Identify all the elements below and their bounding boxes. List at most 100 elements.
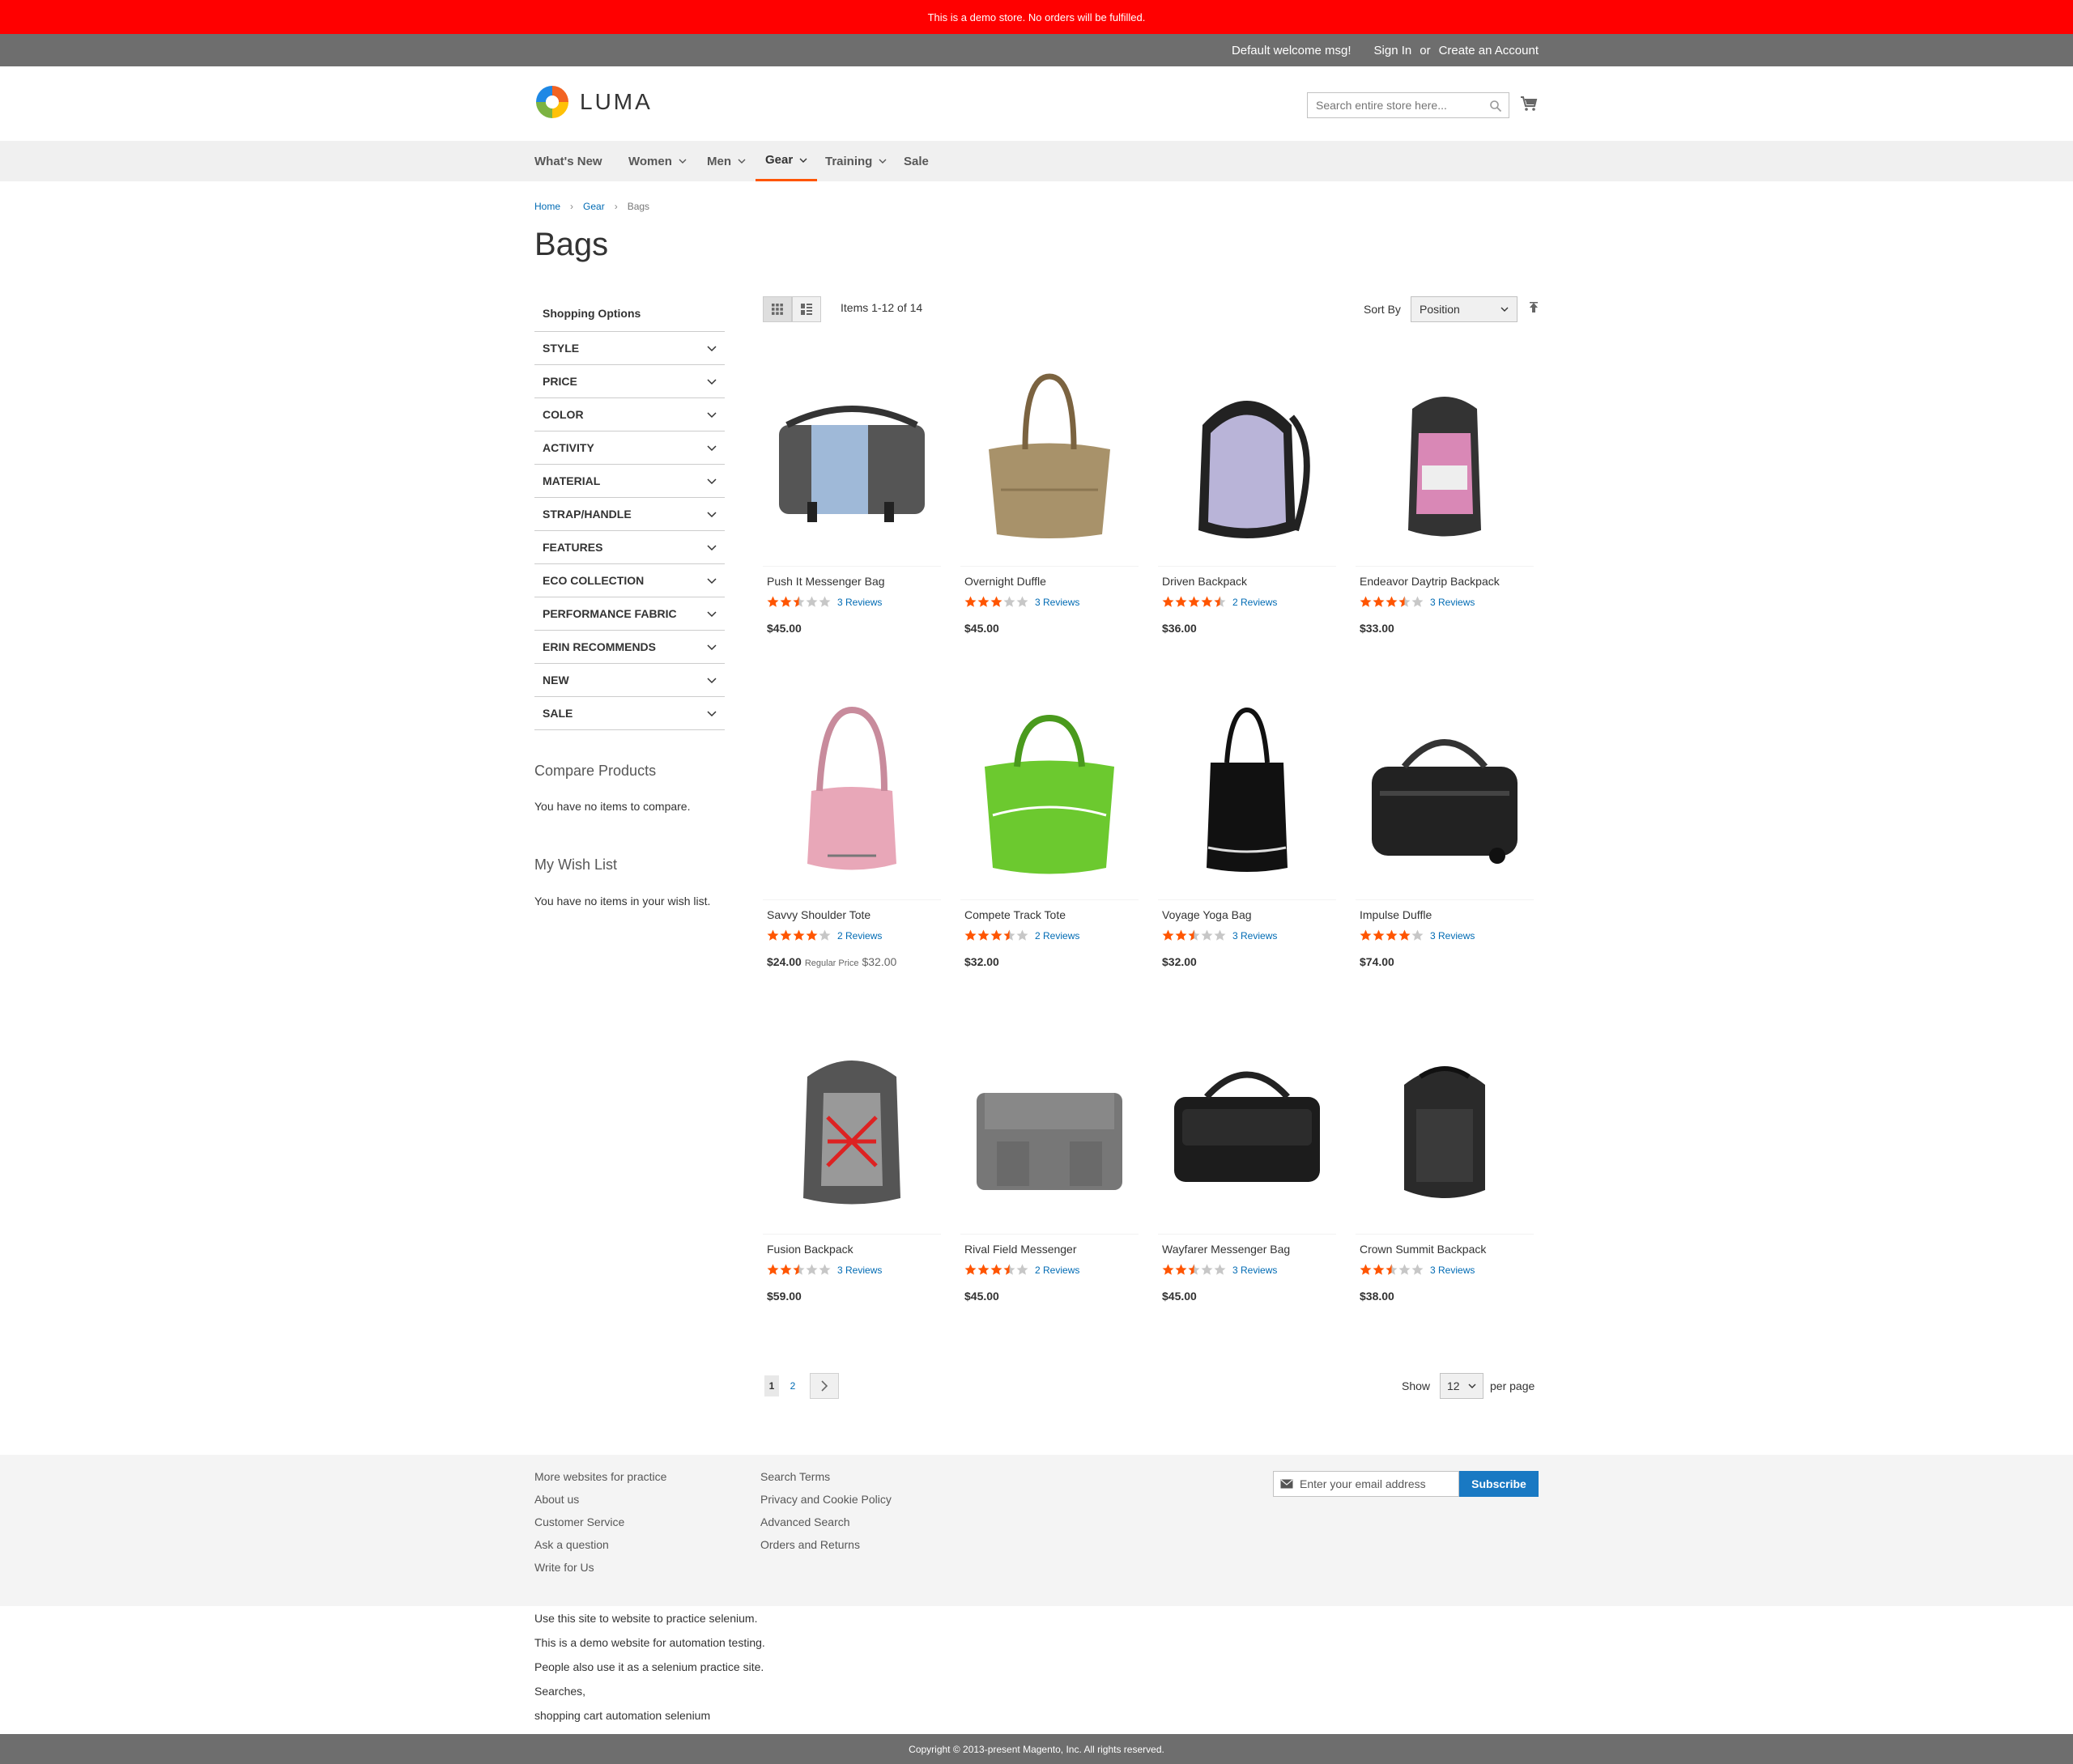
reviews-link[interactable]: 2 Reviews [837, 930, 882, 942]
filter-style[interactable]: STYLE [534, 332, 725, 365]
search-icon[interactable] [1489, 100, 1502, 113]
reviews-link[interactable]: 3 Reviews [837, 597, 882, 608]
footer-link[interactable]: Customer Service [534, 1515, 666, 1529]
star-full-icon [1162, 1264, 1174, 1275]
search-input[interactable] [1308, 93, 1478, 117]
chevron-down-icon [707, 445, 717, 452]
product-card-endeavor-daytrip-backpack[interactable]: Endeavor Daytrip Backpack 3 Reviews $33.00 [1356, 348, 1534, 664]
reviews-link[interactable]: 2 Reviews [1035, 1265, 1079, 1276]
product-card-driven-backpack[interactable]: Driven Backpack 2 Reviews $36.00 [1158, 348, 1336, 664]
product-card-fusion-backpack[interactable]: Fusion Backpack 3 Reviews $59.00 [763, 1016, 941, 1332]
product-name[interactable]: Endeavor Daytrip Backpack [1360, 575, 1500, 588]
product-card-rival-field-messenger[interactable]: Rival Field Messenger 2 Reviews $45.00 [960, 1016, 1139, 1332]
product-card-overnight-duffle[interactable]: Overnight Duffle 3 Reviews $45.00 [960, 348, 1139, 664]
reviews-link[interactable]: 2 Reviews [1035, 930, 1079, 942]
product-price-box: $45.00 [1162, 1290, 1197, 1303]
page-link-2[interactable]: 2 [785, 1375, 800, 1396]
product-image[interactable] [1356, 1016, 1534, 1235]
product-name[interactable]: Rival Field Messenger [964, 1243, 1077, 1256]
nav-item-sale[interactable]: Sale [904, 141, 929, 181]
site-header: LUMA [0, 66, 2073, 141]
product-name[interactable]: Wayfarer Messenger Bag [1162, 1243, 1290, 1256]
product-image[interactable] [1158, 682, 1336, 900]
reviews-link[interactable]: 3 Reviews [1232, 1265, 1277, 1276]
reviews-link[interactable]: 3 Reviews [837, 1265, 882, 1276]
nav-item-women[interactable]: Women [628, 141, 687, 181]
product-image[interactable] [1158, 348, 1336, 567]
logo-link[interactable]: LUMA [534, 84, 653, 120]
filter-eco-collection[interactable]: ECO COLLECTION [534, 564, 725, 597]
list-view-toggle[interactable] [792, 296, 821, 322]
nav-item-training[interactable]: Training [825, 141, 887, 181]
footer-link[interactable]: Write for Us [534, 1560, 666, 1575]
product-name[interactable]: Overnight Duffle [964, 575, 1046, 588]
product-image[interactable] [960, 682, 1139, 900]
filter-features[interactable]: FEATURES [534, 531, 725, 564]
filter-strap-handle[interactable]: STRAP/HANDLE [534, 498, 725, 531]
filter-sale[interactable]: SALE [534, 697, 725, 730]
reviews-link[interactable]: 3 Reviews [1430, 930, 1475, 942]
product-image[interactable] [1356, 348, 1534, 567]
reviews-link[interactable]: 3 Reviews [1035, 597, 1079, 608]
product-image[interactable] [763, 682, 941, 900]
product-name[interactable]: Crown Summit Backpack [1360, 1243, 1486, 1256]
product-name[interactable]: Push It Messenger Bag [767, 575, 885, 588]
product-card-wayfarer-messenger-bag[interactable]: Wayfarer Messenger Bag 3 Reviews $45.00 [1158, 1016, 1336, 1332]
nav-item-men[interactable]: Men [707, 141, 746, 181]
filter-price[interactable]: PRICE [534, 365, 725, 398]
product-name[interactable]: Driven Backpack [1162, 575, 1247, 588]
footer-link[interactable]: Ask a question [534, 1537, 666, 1552]
product-card-savvy-shoulder-tote[interactable]: Savvy Shoulder Tote 2 Reviews $24.00 Regula… [763, 682, 941, 997]
product-image[interactable] [763, 1016, 941, 1235]
filter-activity[interactable]: ACTIVITY [534, 431, 725, 465]
product-card-crown-summit-backpack[interactable]: Crown Summit Backpack 3 Reviews $38.00 [1356, 1016, 1534, 1332]
reviews-link[interactable]: 2 Reviews [1232, 597, 1277, 608]
product-image[interactable] [763, 348, 941, 567]
footer-link[interactable]: About us [534, 1492, 666, 1507]
nav-item-whats-new[interactable]: What's New [534, 141, 602, 181]
footer-link[interactable]: Search Terms [760, 1469, 892, 1484]
sort-direction-arrow-icon[interactable] [1527, 301, 1540, 316]
filter-color[interactable]: COLOR [534, 398, 725, 431]
breadcrumb-gear[interactable]: Gear [583, 201, 605, 212]
product-price: $74.00 [1360, 955, 1394, 968]
breadcrumb-home[interactable]: Home [534, 201, 560, 212]
filter-erin-recommends[interactable]: ERIN RECOMMENDS [534, 631, 725, 664]
reviews-link[interactable]: 3 Reviews [1430, 597, 1475, 608]
chevron-down-icon [879, 159, 887, 164]
product-image[interactable] [1158, 1016, 1336, 1235]
product-name[interactable]: Savvy Shoulder Tote [767, 908, 870, 921]
footer-link[interactable]: Privacy and Cookie Policy [760, 1492, 892, 1507]
filter-performance-fabric[interactable]: PERFORMANCE FABRIC [534, 597, 725, 631]
filter-new[interactable]: NEW [534, 664, 725, 697]
footer-link[interactable]: Advanced Search [760, 1515, 892, 1529]
footer-link[interactable]: More websites for practice [534, 1469, 666, 1484]
filter-material[interactable]: MATERIAL [534, 465, 725, 498]
product-card-impulse-duffle[interactable]: Impulse Duffle 3 Reviews $74.00 [1356, 682, 1534, 997]
product-name[interactable]: Voyage Yoga Bag [1162, 908, 1252, 921]
create-account-link[interactable]: Create an Account [1439, 44, 1539, 57]
product-image[interactable] [1356, 682, 1534, 900]
nav-item-gear[interactable]: Gear [756, 141, 818, 181]
product-name[interactable]: Fusion Backpack [767, 1243, 853, 1256]
subscribe-button[interactable]: Subscribe [1459, 1471, 1539, 1497]
footer-link[interactable]: Orders and Returns [760, 1537, 892, 1552]
reviews-link[interactable]: 3 Reviews [1232, 930, 1277, 942]
sign-in-link[interactable]: Sign In [1374, 44, 1412, 57]
cart-icon[interactable] [1519, 94, 1539, 113]
chevron-down-icon [1500, 307, 1509, 312]
grid-view-toggle[interactable] [763, 296, 792, 322]
limiter-select[interactable]: 12 [1440, 1373, 1483, 1399]
product-image[interactable] [960, 348, 1139, 567]
product-card-compete-track-tote[interactable]: Compete Track Tote 2 Reviews $32.00 [960, 682, 1139, 997]
reviews-link[interactable]: 3 Reviews [1430, 1265, 1475, 1276]
product-card-push-it-messenger-bag[interactable]: Push It Messenger Bag 3 Reviews $45.00 [763, 348, 941, 664]
sort-by-select[interactable]: Position [1411, 296, 1518, 322]
product-image[interactable] [960, 1016, 1139, 1235]
next-page-button[interactable] [810, 1373, 839, 1399]
product-name[interactable]: Compete Track Tote [964, 908, 1066, 921]
footer-links-col-1: More websites for practice About us Cust… [534, 1469, 666, 1575]
product-card-voyage-yoga-bag[interactable]: Voyage Yoga Bag 3 Reviews $32.00 [1158, 682, 1336, 997]
newsletter-email-input[interactable]: Enter your email address [1273, 1471, 1459, 1497]
product-name[interactable]: Impulse Duffle [1360, 908, 1432, 921]
